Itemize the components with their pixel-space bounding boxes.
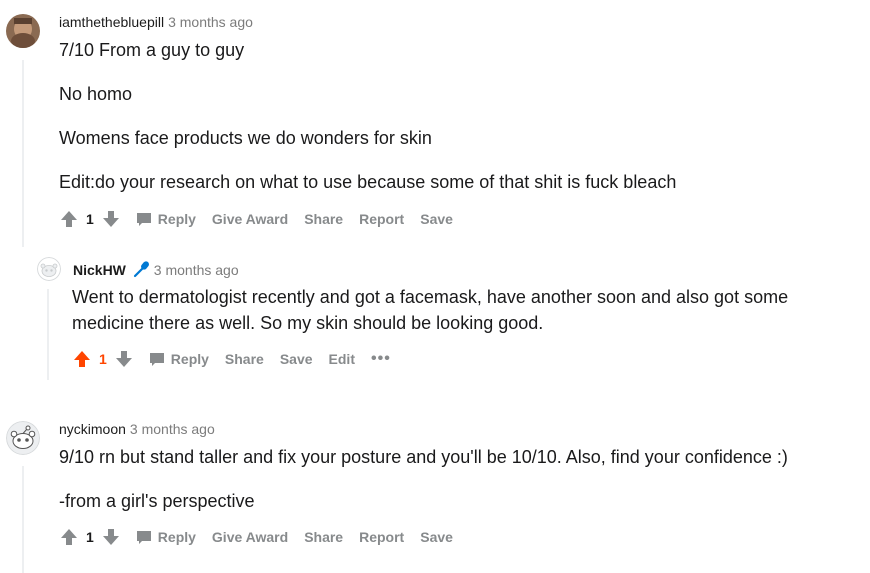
share-button[interactable]: Share <box>304 529 343 545</box>
save-button[interactable]: Save <box>280 351 313 367</box>
thread-line[interactable] <box>22 466 24 573</box>
comment-actions: 1 Reply Give Award Share Report Save <box>60 525 453 549</box>
reply-label: Reply <box>157 529 196 545</box>
vote-score: 1 <box>99 351 107 367</box>
speech-bubble-icon <box>136 531 151 544</box>
timestamp[interactable]: 3 months ago <box>168 14 253 30</box>
comment-paragraph: Went to dermatologist recently and got a… <box>72 287 789 333</box>
thread-line[interactable] <box>22 60 24 247</box>
user-avatar[interactable] <box>6 14 40 48</box>
reply-label: Reply <box>157 211 196 227</box>
give-award-button[interactable]: Give Award <box>212 211 288 227</box>
timestamp[interactable]: 3 months ago <box>154 262 239 278</box>
vote-score: 1 <box>86 529 94 545</box>
microphone-icon <box>133 261 149 278</box>
comment-paragraph: 9/10 rn but stand taller and fix your po… <box>59 447 788 467</box>
arrow-up-icon[interactable] <box>60 210 78 228</box>
vote-controls: 1 <box>60 528 120 546</box>
user-avatar[interactable] <box>6 421 40 455</box>
comment-body: 9/10 rn but stand taller and fix your po… <box>59 444 849 532</box>
comment-paragraph: 7/10 From a guy to guy <box>59 40 245 60</box>
author-name[interactable]: NickHW <box>73 262 126 278</box>
thread-line[interactable] <box>47 289 49 380</box>
author-name[interactable]: nyckimoon <box>59 421 126 437</box>
comment-paragraph: No homo <box>59 84 133 104</box>
comment-meta: nyckimoon 3 months ago <box>59 420 215 438</box>
reply-button[interactable]: Reply <box>136 211 196 227</box>
arrow-down-icon[interactable] <box>115 350 133 368</box>
reply-label: Reply <box>170 351 209 367</box>
save-button[interactable]: Save <box>420 529 453 545</box>
report-button[interactable]: Report <box>359 529 404 545</box>
reply-button[interactable]: Reply <box>136 529 196 545</box>
comment-body: 7/10 From a guy to guy No homo Womens fa… <box>59 37 839 213</box>
comment-paragraph: Edit:do your research on what to use bec… <box>59 172 677 192</box>
timestamp[interactable]: 3 months ago <box>130 421 215 437</box>
vote-controls: 1 <box>60 210 120 228</box>
save-button[interactable]: Save <box>420 211 453 227</box>
comment-body: Went to dermatologist recently and got a… <box>72 284 832 336</box>
vote-controls: 1 <box>73 350 133 368</box>
arrow-up-icon[interactable] <box>73 350 91 368</box>
comment-paragraph: -from a girl's perspective <box>59 491 255 511</box>
speech-bubble-icon <box>136 213 151 226</box>
give-award-button[interactable]: Give Award <box>212 529 288 545</box>
vote-score: 1 <box>86 211 94 227</box>
author-name[interactable]: iamthethebluepill <box>59 14 164 30</box>
speech-bubble-icon <box>149 353 164 366</box>
comment-meta: NickHW 3 months ago <box>73 260 239 279</box>
arrow-down-icon[interactable] <box>102 528 120 546</box>
ellipsis-icon[interactable]: ••• <box>371 350 391 368</box>
comment-meta: iamthethebluepill 3 months ago <box>59 13 253 31</box>
user-avatar[interactable] <box>37 257 61 281</box>
report-button[interactable]: Report <box>359 211 404 227</box>
comment-paragraph: Womens face products we do wonders for s… <box>59 128 432 148</box>
arrow-up-icon[interactable] <box>60 528 78 546</box>
share-button[interactable]: Share <box>225 351 264 367</box>
comment-actions: 1 Reply Share Save Edit ••• <box>73 347 391 371</box>
arrow-down-icon[interactable] <box>102 210 120 228</box>
reply-button[interactable]: Reply <box>149 351 209 367</box>
comment-actions: 1 Reply Give Award Share Report Save <box>60 207 453 231</box>
share-button[interactable]: Share <box>304 211 343 227</box>
edit-button[interactable]: Edit <box>329 351 355 367</box>
